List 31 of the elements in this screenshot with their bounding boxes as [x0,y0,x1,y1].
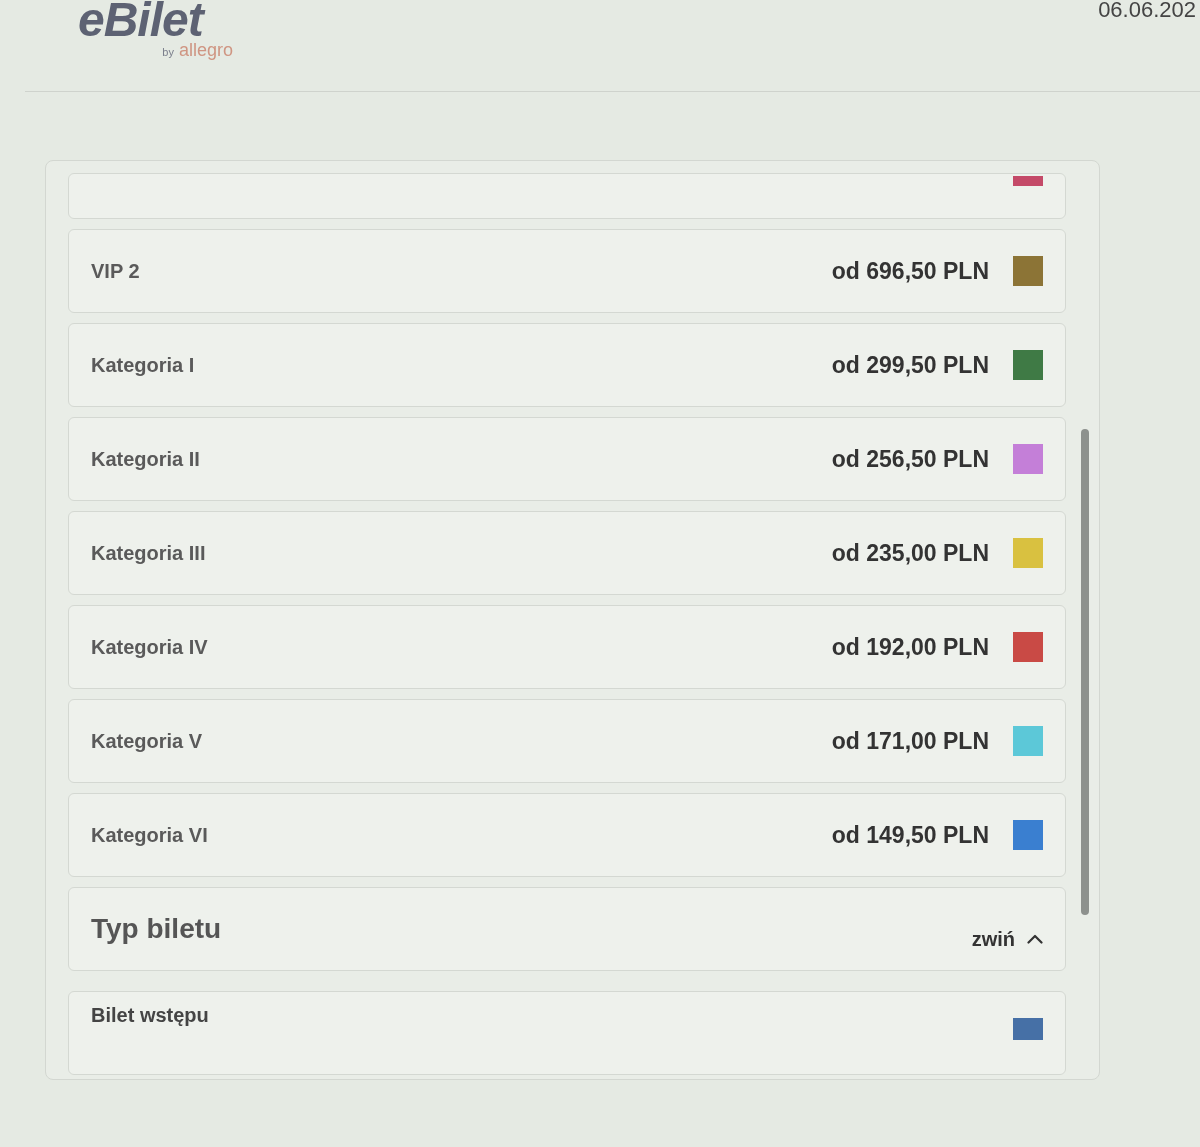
category-row[interactable]: Kategoria I od 299,50 PLN [68,323,1066,407]
category-price: od 192,00 PLN [831,633,989,661]
collapse-toggle[interactable]: zwiń [971,927,1043,951]
category-name: Kategoria I [91,353,195,377]
category-price: od 299,50 PLN [831,351,989,379]
logo-brand-text: allegro [178,40,233,61]
category-price: od 171,00 PLN [831,727,989,755]
ticket-type-name: Bilet wstępu [91,1004,209,1027]
category-price: od 256,50 PLN [831,445,989,473]
category-row[interactable]: Kategoria III od 235,00 PLN [68,511,1066,595]
category-row[interactable]: Kategoria IV od 192,00 PLN [68,605,1066,689]
category-name: Kategoria II [91,447,200,471]
category-name: Kategoria V [91,729,203,753]
category-row[interactable]: Kategoria VI od 149,50 PLN [68,793,1066,877]
section-title: Typ biletu [91,913,222,945]
category-name: Kategoria IV [91,635,208,659]
category-price: od 696,50 PLN [831,257,989,285]
category-row[interactable]: Kategoria II od 256,50 PLN [68,417,1066,501]
category-name: Kategoria VI [91,823,208,847]
category-row[interactable]: VIP 2 od 696,50 PLN [68,229,1066,313]
ticket-type-row[interactable]: Bilet wstępu [68,991,1066,1075]
scrollbar-thumb[interactable] [1081,429,1089,915]
category-price: od 149,50 PLN [831,821,989,849]
category-price: od 235,00 PLN [831,539,989,567]
category-row[interactable]: Kategoria V od 171,00 PLN [68,699,1066,783]
chevron-up-icon [1027,934,1043,944]
category-name: Kategoria III [91,541,206,565]
category-name: VIP 2 [91,259,140,283]
logo-by-text: by [162,46,174,58]
category-row[interactable] [68,173,1066,219]
date-text: 06.06.202 [1098,0,1196,22]
